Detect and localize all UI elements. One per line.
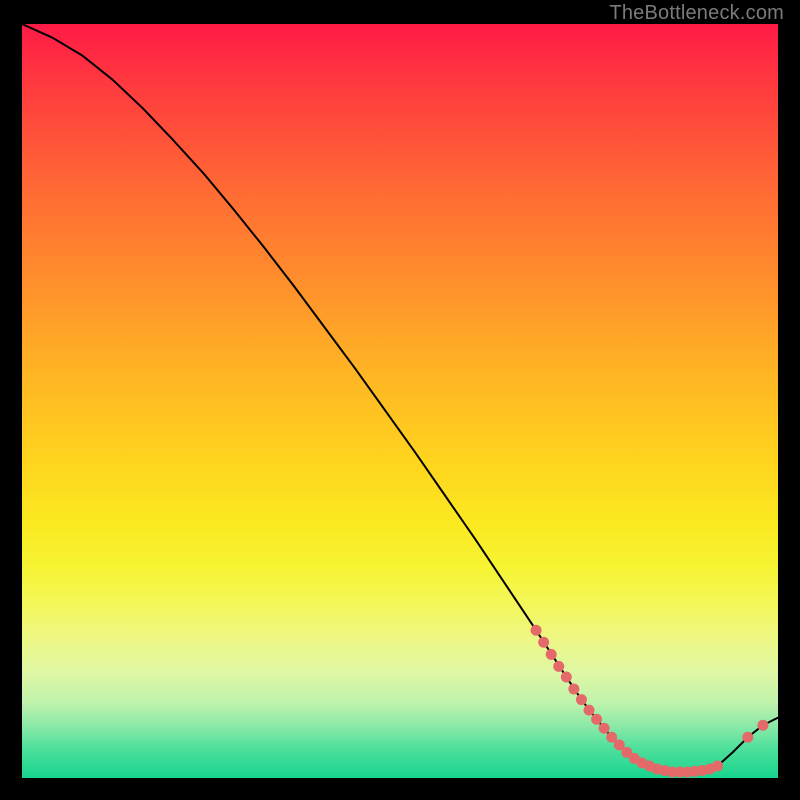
watermark-label: TheBottleneck.com	[609, 2, 784, 25]
plot-area	[22, 24, 778, 778]
gradient-background	[22, 24, 778, 778]
chart-frame: TheBottleneck.com	[0, 0, 800, 800]
